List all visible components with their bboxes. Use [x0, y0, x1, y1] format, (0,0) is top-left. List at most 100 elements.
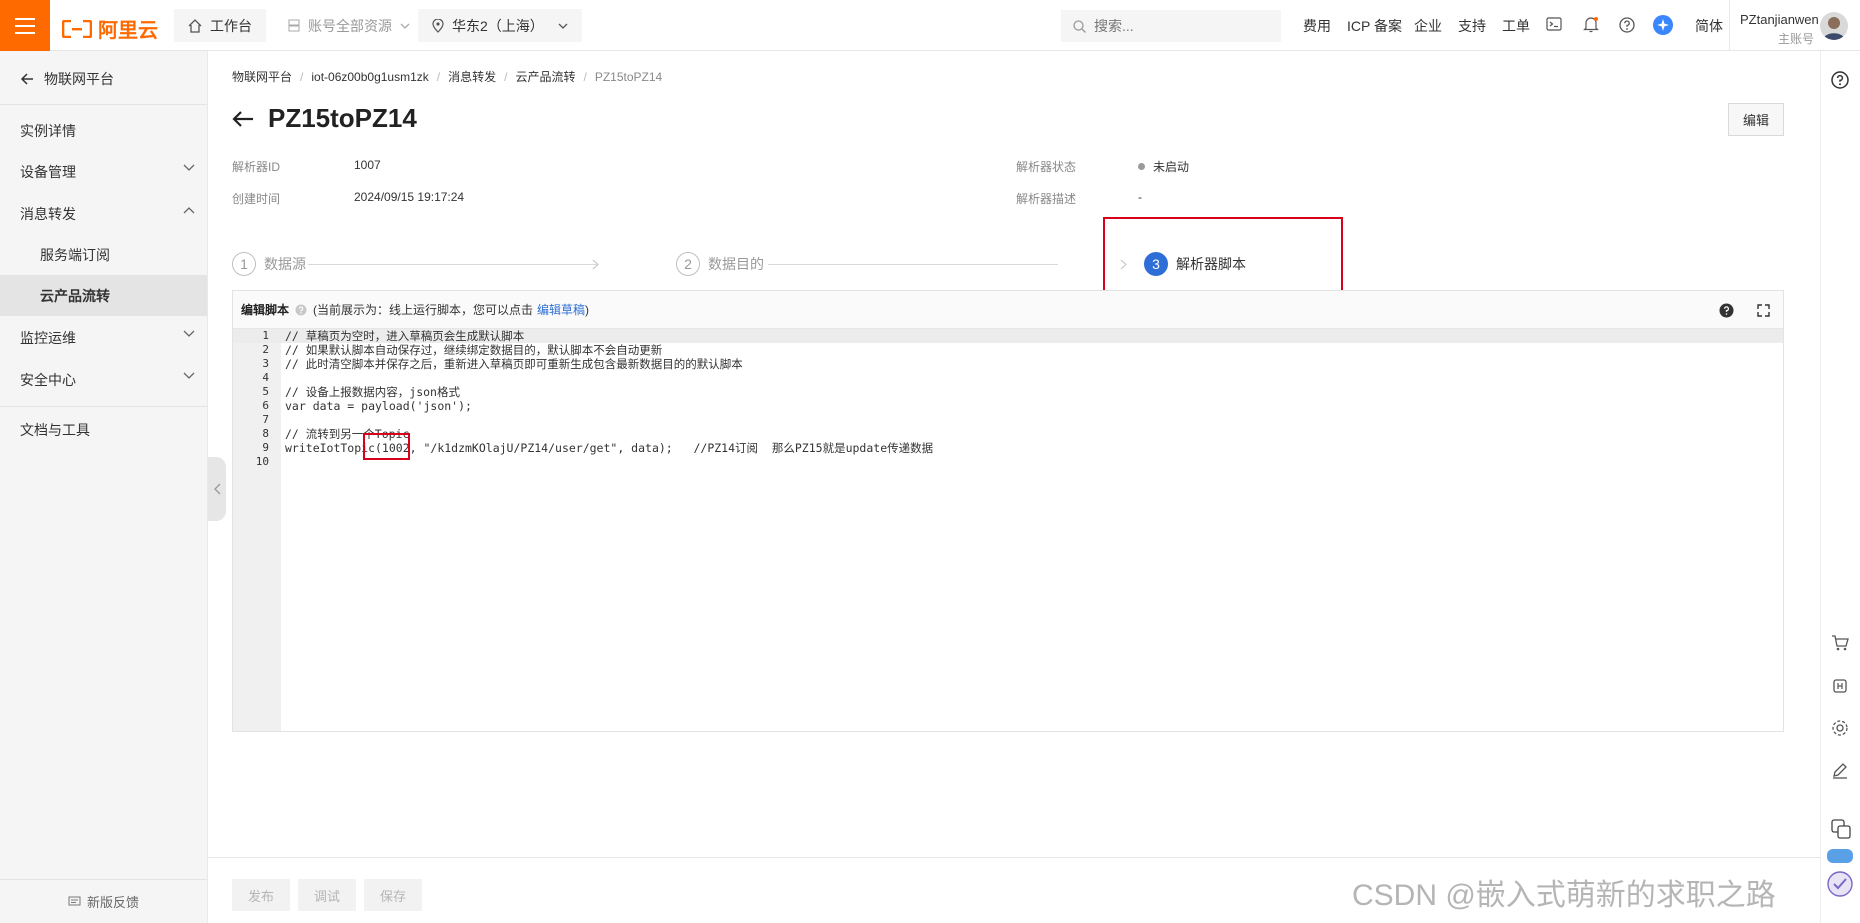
aliyun-logo[interactable]: 阿里云	[62, 14, 158, 43]
menu-button[interactable]	[0, 0, 50, 51]
parser-id-value-wrap: 1007	[354, 158, 381, 172]
floating-widget-icon[interactable]	[1827, 869, 1853, 899]
line-number: 9	[262, 441, 269, 454]
chevron-right-icon	[592, 259, 599, 270]
annotation-highlight-box	[363, 433, 410, 460]
editor-hint-prefix: (当前展示为：线上运行脚本，您可以点击	[313, 303, 534, 317]
nav-icp[interactable]: ICP 备案	[1347, 0, 1402, 51]
status-row: 解析器状态	[1016, 158, 1076, 175]
editor-header: 编辑脚本 (当前展示为：线上运行脚本，您可以点击 编辑草稿 )	[233, 291, 1783, 329]
chevron-down-icon	[400, 23, 410, 29]
user-menu[interactable]: PZtanjianwen 主账号	[1729, 0, 1860, 51]
parser-id-row: 解析器ID	[232, 158, 280, 175]
created-row: 创建时间	[232, 190, 280, 207]
step-data-source[interactable]: 1 数据源	[232, 239, 306, 289]
step-number: 1	[232, 252, 256, 276]
user-role: 主账号	[1778, 32, 1815, 46]
assistant-icon[interactable]	[1653, 15, 1673, 35]
step-label: 数据源	[264, 256, 306, 272]
sidebar-item-device-management[interactable]: 设备管理	[0, 151, 207, 192]
code-line: // 草稿页为空时，进入草稿页会生成默认脚本	[285, 329, 525, 343]
feedback-icon	[68, 896, 81, 905]
chevron-down-icon	[183, 330, 195, 337]
nav-support[interactable]: 支持	[1458, 0, 1486, 51]
breadcrumb-item-cloud-product[interactable]: 云产品流转	[515, 68, 575, 85]
breadcrumb-item-iot-platform[interactable]: 物联网平台	[232, 68, 292, 85]
debug-button[interactable]: 调试	[298, 879, 356, 911]
step-connector	[308, 264, 598, 265]
created-label: 创建时间	[232, 192, 281, 206]
chat-icon[interactable]	[1825, 847, 1855, 865]
workbench-button[interactable]: 工作台	[174, 9, 266, 42]
step-data-destination[interactable]: 2 数据目的	[676, 239, 764, 289]
cart-icon[interactable]	[1831, 635, 1849, 651]
nav-ticket[interactable]: 工单	[1502, 0, 1530, 51]
info-icon[interactable]	[295, 304, 307, 316]
sidebar: 物联网平台 实例详情 设备管理 消息转发 服务端订阅 云产品流转 监控运维 安全…	[0, 51, 208, 923]
breadcrumb-separator: /	[504, 69, 508, 84]
code-line: // 设备上报数据内容，json格式	[285, 385, 460, 399]
region-selector[interactable]: 华东2（上海）	[418, 9, 582, 42]
workbench-label: 工作台	[210, 17, 252, 34]
line-number: 7	[262, 413, 269, 426]
sidebar-item-monitoring[interactable]: 监控运维	[0, 317, 207, 358]
breadcrumb: 物联网平台 / iot-06z00b0g1usm1zk / 消息转发 / 云产品…	[232, 68, 662, 85]
translate-icon[interactable]	[1831, 819, 1851, 839]
line-number: 2	[262, 343, 269, 356]
chip-icon[interactable]	[1831, 677, 1849, 695]
edit-button[interactable]: 编辑	[1728, 103, 1784, 136]
breadcrumb-item-instance[interactable]: iot-06z00b0g1usm1zk	[311, 70, 428, 84]
help-icon[interactable]	[1719, 303, 1734, 318]
help-icon[interactable]	[1619, 17, 1635, 33]
search-input[interactable]	[1094, 18, 1264, 34]
language-switch[interactable]: 简体	[1695, 0, 1723, 51]
created-value: 2024/09/15 19:17:24	[354, 190, 465, 204]
editor-title: 编辑脚本	[241, 303, 290, 317]
save-button[interactable]: 保存	[364, 879, 422, 911]
breadcrumb-separator: /	[300, 69, 304, 84]
sidebar-item-label: 安全中心	[20, 371, 76, 388]
page-title: PZ15toPZ14	[268, 103, 417, 133]
nav-enterprise[interactable]: 企业	[1414, 0, 1442, 51]
search-box[interactable]	[1061, 10, 1281, 42]
account-resources-dropdown[interactable]: 账号全部资源	[278, 9, 420, 42]
feedback-button[interactable]: 新版反馈	[0, 879, 207, 923]
user-name: PZtanjianwen	[1740, 12, 1819, 27]
region-label: 华东2（上海）	[452, 17, 544, 34]
status-label: 解析器状态	[1016, 160, 1077, 174]
edit-draft-link[interactable]: 编辑草稿	[537, 301, 585, 318]
sidebar-item-message-forwarding[interactable]: 消息转发	[0, 193, 207, 234]
sidebar-item-docs-tools[interactable]: 文档与工具	[0, 409, 207, 450]
fullscreen-icon[interactable]	[1757, 304, 1770, 317]
sidebar-item-server-subscription[interactable]: 服务端订阅	[0, 234, 207, 275]
script-editor: 编辑脚本 (当前展示为：线上运行脚本，您可以点击 编辑草稿 ) 1 2 3 4 …	[232, 290, 1784, 732]
chevron-up-icon	[183, 207, 195, 214]
sidebar-item-instance-details[interactable]: 实例详情	[0, 110, 207, 151]
breadcrumb-item-message-forwarding[interactable]: 消息转发	[448, 68, 496, 85]
code-area[interactable]: // 草稿页为空时，进入草稿页会生成默认脚本 // 如果默认脚本自动保存过，继续…	[281, 329, 1783, 731]
help-icon[interactable]	[1831, 71, 1849, 89]
sidebar-item-cloud-product-forwarding[interactable]: 云产品流转	[0, 275, 207, 316]
desc-value: -	[1138, 190, 1142, 204]
active-line-gutter	[233, 329, 281, 343]
line-number: 8	[262, 427, 269, 440]
right-toolbar	[1820, 51, 1860, 923]
breadcrumb-separator: /	[436, 69, 441, 84]
back-arrow-icon[interactable]	[232, 110, 254, 128]
nav-billing[interactable]: 费用	[1303, 0, 1331, 51]
sidebar-item-security-center[interactable]: 安全中心	[0, 359, 207, 400]
resource-icon	[288, 19, 300, 32]
top-bar: 阿里云 工作台 账号全部资源 华东2（上海） 费用 ICP 备案 企业 支持 工…	[0, 0, 1860, 51]
back-to-iot-platform[interactable]: 物联网平台	[20, 69, 114, 89]
code-line: var data = payload('json');	[285, 399, 472, 413]
sidebar-item-label: 消息转发	[20, 205, 76, 222]
code-line: // 如果默认脚本自动保存过，继续绑定数据目的，默认脚本不会自动更新	[285, 343, 663, 357]
bell-icon[interactable]	[1583, 16, 1599, 33]
avatar[interactable]	[1820, 12, 1848, 40]
title-row: PZ15toPZ14	[232, 103, 417, 134]
settings-icon[interactable]	[1831, 719, 1849, 737]
parser-id-label: 解析器ID	[232, 160, 281, 174]
terminal-icon[interactable]	[1546, 17, 1562, 31]
edit-pen-icon[interactable]	[1831, 761, 1849, 779]
publish-button[interactable]: 发布	[232, 879, 290, 911]
